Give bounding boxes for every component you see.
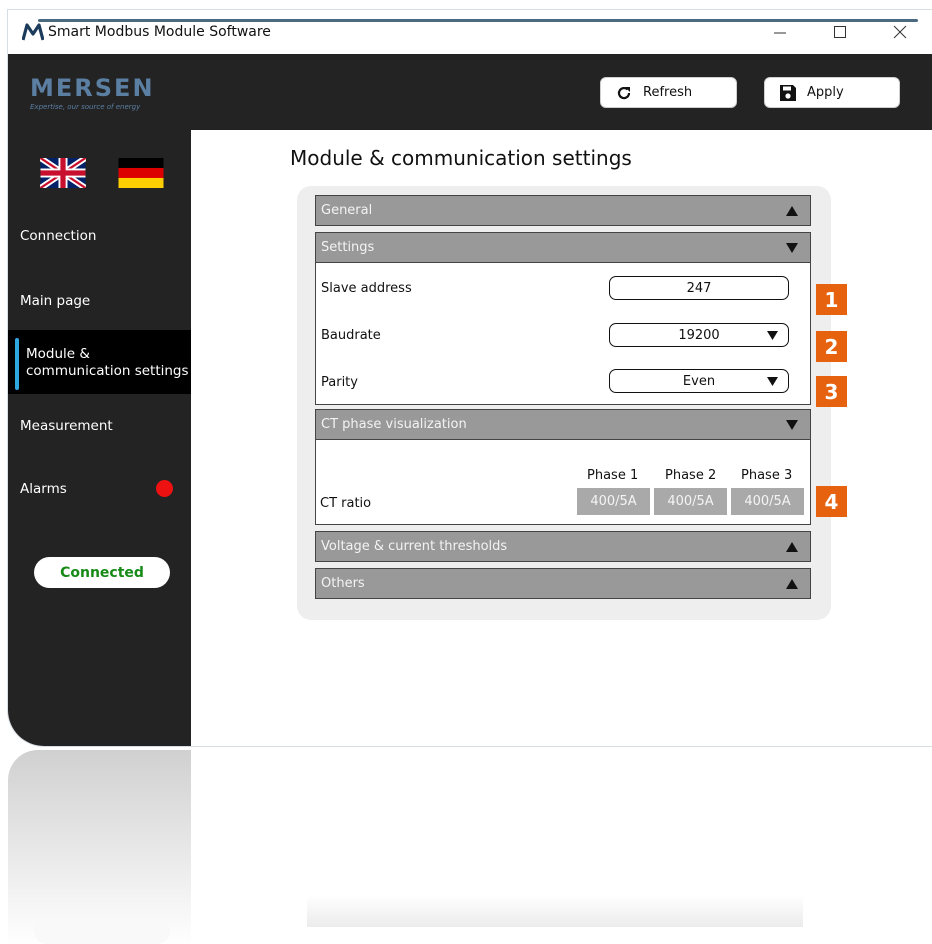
section-general-header[interactable]: General bbox=[315, 195, 811, 226]
section-settings-body: Slave address 247 Baudrate 19200 Parity … bbox=[315, 263, 811, 405]
ct-ratio-phase-2: 400/5A bbox=[654, 488, 727, 515]
minimize-icon bbox=[774, 32, 786, 34]
window-top-border bbox=[38, 19, 918, 22]
section-others-header[interactable]: Others bbox=[315, 568, 811, 599]
brand-tagline: Expertise, our source of energy bbox=[30, 103, 141, 111]
reflection-section bbox=[307, 896, 803, 927]
phase-2-header: Phase 2 bbox=[665, 468, 717, 483]
title-bar: Smart Modbus Module Software bbox=[8, 10, 932, 54]
window-reflection bbox=[8, 750, 932, 944]
brand-logo: MERSEN Expertise, our source of energy bbox=[30, 76, 155, 111]
page-title: Module & communication settings bbox=[290, 146, 632, 170]
section-settings-header[interactable]: Settings bbox=[315, 232, 811, 263]
section-ct-header[interactable]: CT phase visualization bbox=[315, 409, 811, 440]
close-icon bbox=[893, 25, 907, 39]
section-title: General bbox=[321, 203, 373, 218]
active-indicator bbox=[15, 338, 19, 390]
callout-badge-4: 4 bbox=[816, 486, 847, 517]
expand-up-icon bbox=[786, 579, 798, 589]
refresh-button[interactable]: Refresh bbox=[600, 77, 737, 108]
refresh-label: Refresh bbox=[643, 85, 693, 100]
close-button[interactable] bbox=[880, 18, 920, 46]
sidebar-item-main-page[interactable]: Main page bbox=[8, 293, 191, 309]
maximize-icon bbox=[834, 26, 846, 38]
expand-up-icon bbox=[786, 206, 798, 216]
slave-address-label: Slave address bbox=[321, 281, 412, 296]
ct-ratio-phase-3: 400/5A bbox=[731, 488, 804, 515]
maximize-button[interactable] bbox=[820, 18, 860, 46]
phase-1-header: Phase 1 bbox=[587, 468, 639, 483]
window-title: Smart Modbus Module Software bbox=[48, 24, 271, 40]
section-thresholds-header[interactable]: Voltage & current thresholds bbox=[315, 531, 811, 562]
ct-ratio-phase-1: 400/5A bbox=[577, 488, 650, 515]
parity-label: Parity bbox=[321, 375, 358, 390]
section-title: Voltage & current thresholds bbox=[321, 539, 508, 554]
save-icon bbox=[780, 84, 796, 101]
sidebar-item-label: Module & communication settings bbox=[26, 346, 189, 379]
callout-badge-3: 3 bbox=[816, 376, 847, 407]
dropdown-arrow-icon bbox=[767, 331, 778, 340]
alarm-indicator-dot bbox=[156, 480, 173, 497]
germany-flag-icon[interactable] bbox=[118, 158, 164, 188]
parity-select[interactable]: Even bbox=[609, 369, 789, 393]
expand-up-icon bbox=[786, 542, 798, 552]
section-title: Settings bbox=[321, 240, 375, 255]
phase-3-header: Phase 3 bbox=[741, 468, 793, 483]
callout-badge-1: 1 bbox=[816, 284, 847, 315]
uk-flag-icon[interactable] bbox=[40, 158, 86, 188]
apply-label: Apply bbox=[807, 85, 844, 100]
minimize-button[interactable] bbox=[760, 18, 800, 46]
dropdown-arrow-icon bbox=[767, 377, 778, 386]
reflection-sidebar bbox=[8, 750, 191, 944]
collapse-down-icon bbox=[786, 243, 798, 253]
sidebar-item-module-settings[interactable]: Module & communication settings bbox=[8, 330, 191, 394]
app-window: Smart Modbus Module Software MERSEN Expe… bbox=[8, 10, 932, 746]
sidebar-item-connection[interactable]: Connection bbox=[8, 228, 191, 244]
section-title: CT phase visualization bbox=[321, 417, 467, 432]
baudrate-value: 19200 bbox=[678, 327, 720, 343]
callout-badge-2: 2 bbox=[816, 331, 847, 362]
sidebar: Connection Main page Module & communicat… bbox=[8, 130, 191, 746]
header-bar: MERSEN Expertise, our source of energy R… bbox=[8, 54, 932, 130]
apply-button[interactable]: Apply bbox=[764, 77, 900, 108]
collapse-down-icon bbox=[786, 420, 798, 430]
baudrate-label: Baudrate bbox=[321, 328, 381, 343]
brand-name: MERSEN bbox=[30, 74, 155, 102]
connection-status-badge: Connected bbox=[34, 557, 170, 588]
refresh-icon bbox=[617, 86, 631, 99]
baudrate-select[interactable]: 19200 bbox=[609, 323, 789, 347]
reflection-status bbox=[34, 918, 170, 944]
parity-value: Even bbox=[682, 373, 716, 389]
section-title: Others bbox=[321, 576, 365, 591]
sidebar-item-measurement[interactable]: Measurement bbox=[8, 418, 191, 434]
slave-address-input[interactable]: 247 bbox=[609, 276, 789, 300]
ct-ratio-label: CT ratio bbox=[320, 496, 372, 511]
app-logo-icon bbox=[22, 23, 44, 41]
